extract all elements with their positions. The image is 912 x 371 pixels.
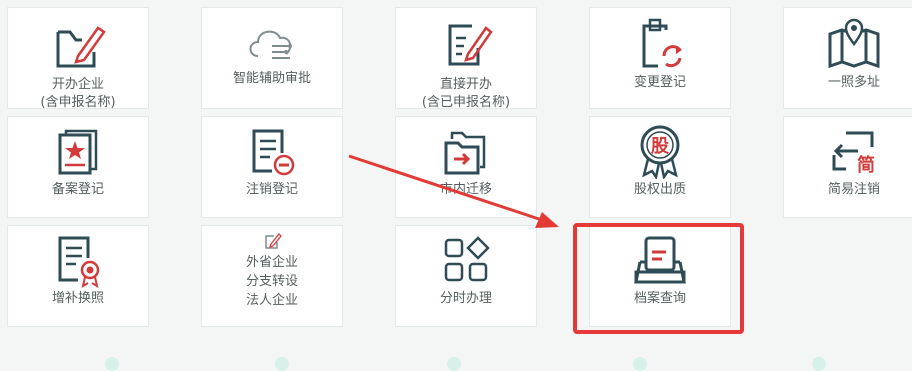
partial-dot xyxy=(105,357,119,371)
annotation-arrow xyxy=(348,154,559,228)
partial-dot xyxy=(447,357,461,371)
partial-dot xyxy=(275,357,289,371)
partial-dot xyxy=(633,357,647,371)
partial-dot xyxy=(812,357,826,371)
